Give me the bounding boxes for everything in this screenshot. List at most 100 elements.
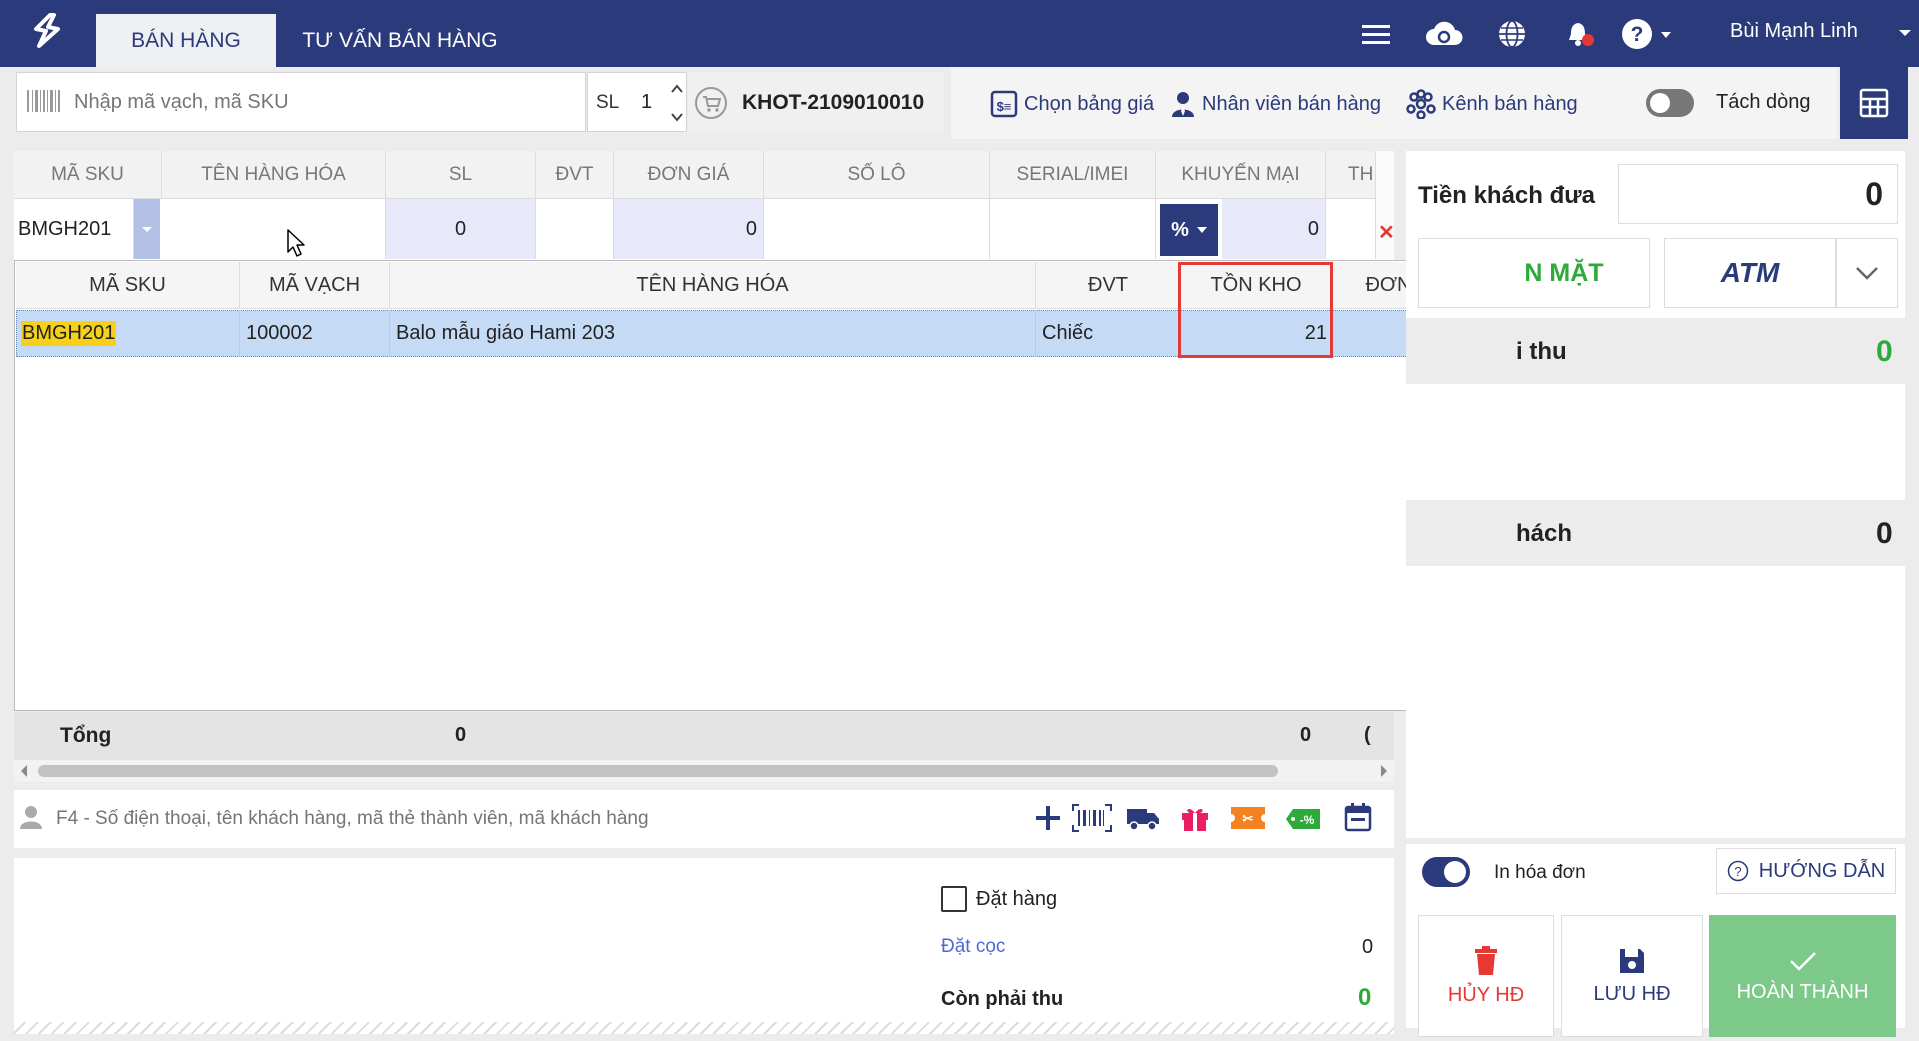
user-menu-chevron-icon[interactable] xyxy=(1898,28,1912,38)
popup-row-sku-value: BMGH201 xyxy=(21,321,117,346)
change-row xyxy=(1406,500,1905,566)
help-icon[interactable]: ? xyxy=(1618,14,1676,54)
tab-ban-hang[interactable]: BÁN HÀNG xyxy=(96,14,276,67)
deposit-value: 0 xyxy=(1362,936,1374,958)
save-icon xyxy=(1620,948,1644,973)
discount-value: 0 xyxy=(1307,217,1319,240)
scroll-right-icon xyxy=(1381,765,1387,777)
mouse-cursor-icon xyxy=(287,229,307,259)
barcode-icon xyxy=(26,87,62,115)
notification-bell-icon[interactable] xyxy=(1560,14,1600,54)
customer-person-icon xyxy=(18,804,44,830)
add-customer-icon[interactable] xyxy=(1034,804,1062,832)
scrollbar-thumb[interactable] xyxy=(38,765,1278,777)
discount-tag-icon[interactable]: -% xyxy=(1285,808,1321,830)
customer-search-input[interactable] xyxy=(56,800,976,838)
col-header-unit[interactable]: ĐVT xyxy=(536,151,614,199)
stock-column-highlight xyxy=(1178,262,1333,358)
warehouse-code: KHOT-2109010010 xyxy=(742,91,925,114)
discount-type-button[interactable]: % xyxy=(1160,204,1218,256)
col-header-th[interactable]: TH xyxy=(1326,151,1376,199)
price-list-button[interactable]: $≡ Chọn bảng giá xyxy=(990,86,1154,122)
customer-paid-input[interactable]: 0 xyxy=(1618,164,1898,224)
amount-due-label: i thu xyxy=(1516,338,1567,365)
popup-row-unit: Chiếc xyxy=(1036,310,1181,357)
deposit-link[interactable]: Đặt cọc xyxy=(941,936,1005,958)
popup-row-barcode: 100002 xyxy=(240,310,390,357)
col-header-lot[interactable]: SỐ LÔ xyxy=(764,151,990,199)
split-lines-toggle[interactable] xyxy=(1646,89,1694,117)
totals-amount: 0 xyxy=(1300,724,1312,746)
price-list-icon: $≡ xyxy=(990,90,1018,118)
serial-cell[interactable] xyxy=(990,199,1156,259)
save-invoice-button[interactable]: LƯU HĐ xyxy=(1561,915,1703,1037)
popup-row-sku: BMGH201 xyxy=(16,310,240,357)
quantity-value[interactable]: 1 xyxy=(641,91,652,114)
sales-staff-button[interactable]: Nhân viên bán hàng xyxy=(1170,86,1381,122)
col-header-unit-price[interactable]: ĐƠN GIÁ xyxy=(614,151,764,199)
chevron-down-icon xyxy=(1196,227,1207,233)
customer-paid-value: 0 xyxy=(1865,175,1883,212)
gift-icon[interactable] xyxy=(1180,804,1210,832)
popup-col-barcode: MÃ VẠCH xyxy=(240,262,390,309)
grid-icon xyxy=(1859,88,1889,118)
order-summary-area xyxy=(14,858,1394,1030)
complete-button[interactable]: HOÀN THÀNH xyxy=(1709,915,1896,1037)
change-label: hách xyxy=(1516,520,1573,547)
qty-value: 0 xyxy=(454,217,467,240)
unit-cell xyxy=(536,199,614,259)
guide-button[interactable]: ? HƯỚNG DẪN xyxy=(1716,848,1896,894)
totals-label: Tổng xyxy=(60,724,112,747)
qty-cell[interactable]: 0 xyxy=(386,199,536,259)
app-logo-icon[interactable] xyxy=(30,12,66,50)
col-header-serial[interactable]: SERIAL/IMEI xyxy=(990,151,1156,199)
barcode-sku-input[interactable] xyxy=(74,84,574,120)
tab-tu-van-ban-hang[interactable]: TƯ VẤN BÁN HÀNG xyxy=(290,14,510,67)
amount-due-value: 0 xyxy=(1876,335,1893,368)
col-header-product-name[interactable]: TÊN HÀNG HÓA xyxy=(162,151,386,199)
menu-icon[interactable] xyxy=(1356,14,1396,54)
voucher-icon[interactable]: ✂ xyxy=(1230,806,1266,830)
quantity-stepper-icon[interactable] xyxy=(670,81,684,125)
discount-value-cell[interactable]: 0 xyxy=(1222,199,1326,259)
sku-input-cell[interactable]: BMGH201 xyxy=(14,199,134,259)
atm-payment-button[interactable]: ATM xyxy=(1664,238,1836,308)
sku-input-value: BMGH201 xyxy=(18,217,112,240)
user-name[interactable]: Bùi Mạnh Linh xyxy=(1730,20,1858,43)
cloud-sync-icon[interactable] xyxy=(1424,14,1464,54)
row-extra-cell xyxy=(1326,199,1376,259)
svg-text:-%: -% xyxy=(1300,813,1315,827)
cancel-invoice-button[interactable]: HỦY HĐ xyxy=(1418,915,1554,1037)
popup-row-product-name: Balo mẫu giáo Hami 203 xyxy=(390,310,1036,357)
sku-dropdown-button[interactable] xyxy=(134,199,160,259)
col-header-qty[interactable]: SL xyxy=(386,151,536,199)
delete-row-icon[interactable]: ✕ xyxy=(1378,220,1395,245)
quantity-label: SL xyxy=(596,92,620,113)
cash-payment-button[interactable]: N MẶT xyxy=(1418,238,1650,308)
trash-icon xyxy=(1475,945,1497,975)
col-header-sku[interactable]: MÃ SKU xyxy=(14,151,162,199)
order-checkbox[interactable] xyxy=(941,886,967,912)
calendar-icon[interactable] xyxy=(1344,802,1372,832)
chevron-down-icon xyxy=(142,227,152,232)
help-circle-icon: ? xyxy=(1727,860,1749,882)
grid-view-button[interactable] xyxy=(1840,67,1908,139)
remaining-due-value: 0 xyxy=(1358,984,1372,1011)
member-card-barcode-icon[interactable] xyxy=(1072,804,1112,832)
unit-price-value: 0 xyxy=(745,217,757,240)
lot-cell[interactable] xyxy=(764,199,990,259)
unit-price-cell[interactable]: 0 xyxy=(614,199,764,259)
more-payment-methods-button[interactable] xyxy=(1836,238,1898,308)
channel-icon xyxy=(1406,89,1436,119)
svg-text:?: ? xyxy=(1734,864,1741,879)
globe-icon[interactable] xyxy=(1492,14,1532,54)
product-name-cell[interactable] xyxy=(162,199,386,259)
split-lines-label: Tách dòng xyxy=(1716,91,1811,113)
guide-label: HƯỚNG DẪN xyxy=(1758,859,1886,882)
horizontal-scrollbar[interactable] xyxy=(14,760,1394,782)
delivery-truck-icon[interactable] xyxy=(1126,804,1160,832)
checkmark-icon xyxy=(1789,951,1816,971)
print-invoice-toggle[interactable] xyxy=(1422,857,1470,887)
col-header-promotion[interactable]: KHUYẾN MẠI xyxy=(1156,151,1326,199)
sales-channel-button[interactable]: Kênh bán hàng xyxy=(1406,86,1578,122)
